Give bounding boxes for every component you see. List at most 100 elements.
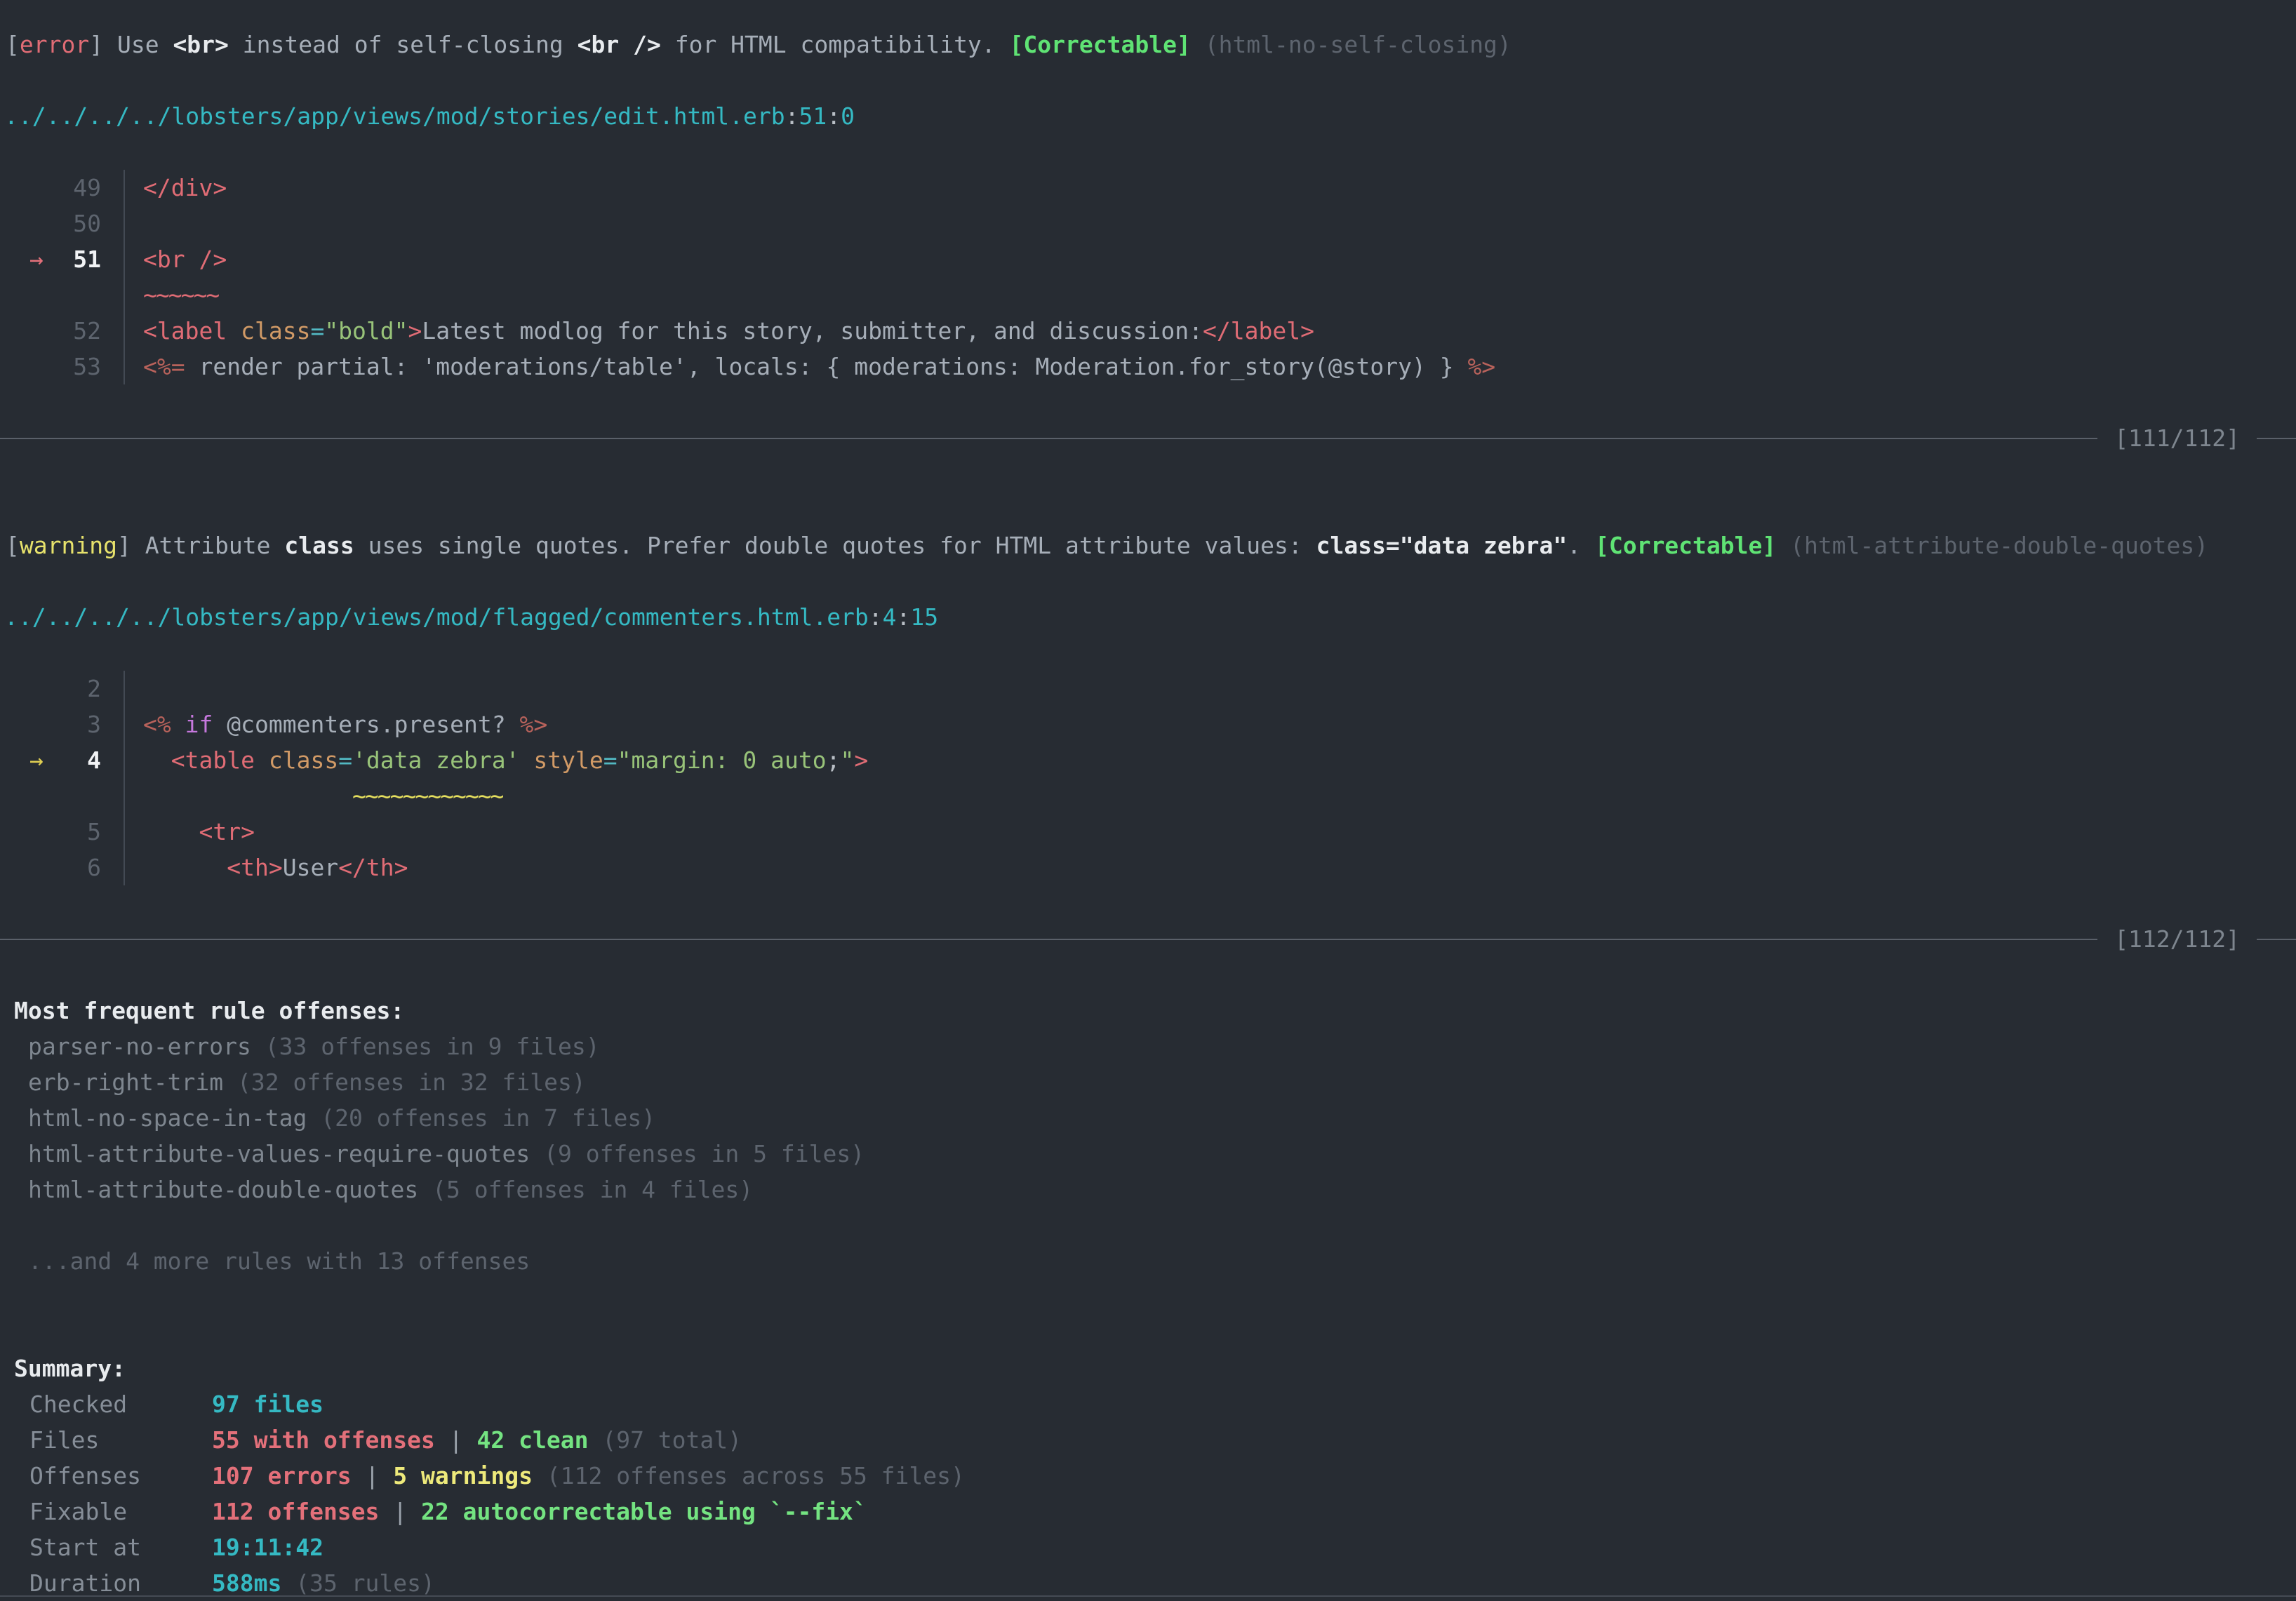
blank-line bbox=[0, 563, 2296, 599]
text-segment: 5 warnings bbox=[393, 1462, 533, 1489]
text-segment: html-attribute-double-quotes bbox=[28, 1176, 418, 1203]
text-segment: for HTML compatibility. bbox=[661, 31, 1010, 58]
text-segment: style bbox=[533, 746, 603, 774]
file-location: ../../../../lobsters/app/views/mod/stori… bbox=[0, 98, 2296, 134]
text-segment: <%= bbox=[143, 353, 185, 380]
blank-line bbox=[0, 635, 2296, 671]
text-segment: : bbox=[827, 102, 841, 130]
rule-offenses-section: Most frequent rule offenses: parser-no-e… bbox=[0, 993, 2296, 1279]
line-number: 52 bbox=[73, 317, 101, 344]
text-segment: [Correctable] bbox=[1010, 31, 1191, 58]
offense-message: [error] Use <br> instead of self-closing… bbox=[0, 27, 2296, 62]
text-segment bbox=[281, 1569, 295, 1597]
text-segment bbox=[143, 782, 352, 810]
squiggle-underline: ~~~~~~ bbox=[124, 277, 2296, 313]
text-segment: 588ms bbox=[212, 1569, 281, 1597]
offense-arrow-icon: → bbox=[29, 742, 44, 778]
text-segment: User bbox=[283, 854, 338, 881]
gutter: 3 bbox=[0, 706, 101, 742]
text-segment: </div> bbox=[143, 174, 227, 201]
text-segment: if bbox=[185, 711, 213, 738]
code-row-offending: →4 <table class='data zebra' style="marg… bbox=[0, 742, 2296, 778]
text-segment: <table bbox=[171, 746, 255, 774]
code-text bbox=[124, 206, 2296, 241]
rule-item: html-attribute-double-quotes (5 offenses… bbox=[0, 1172, 2296, 1207]
summary-value: 55 with offenses | 42 clean (97 total) bbox=[212, 1422, 742, 1458]
text-segment: ../../../../lobsters/app/views/mod/stori… bbox=[4, 102, 785, 130]
gutter: 49 bbox=[0, 170, 101, 206]
code-row: 5 <tr> bbox=[0, 814, 2296, 850]
text-segment: [ bbox=[6, 532, 20, 559]
code-text: <th>User</th> bbox=[124, 850, 2296, 885]
text-segment: (112 offenses across 55 files) bbox=[547, 1462, 965, 1489]
offense-block-error: [error] Use <br> instead of self-closing… bbox=[0, 27, 2296, 456]
text-segment: 22 autocorrectable using `--fix` bbox=[421, 1498, 867, 1525]
summary-value: 97 files bbox=[212, 1386, 323, 1422]
text-segment bbox=[251, 1033, 265, 1060]
text-segment: <tr> bbox=[199, 818, 254, 845]
text-segment: ; bbox=[827, 746, 841, 774]
code-row: 53 <%= render partial: 'moderations/tabl… bbox=[0, 349, 2296, 384]
text-segment: > bbox=[408, 317, 422, 344]
gutter: →4 bbox=[0, 742, 101, 778]
line-number: 4 bbox=[87, 746, 101, 774]
text-segment: (html-no-self-closing) bbox=[1205, 31, 1511, 58]
gutter bbox=[0, 277, 101, 313]
text-segment: ] Use bbox=[89, 31, 173, 58]
summary-row: Start at19:11:42 bbox=[0, 1529, 2296, 1565]
text-segment: [ bbox=[6, 31, 20, 58]
text-segment: 4 bbox=[883, 603, 897, 631]
text-segment: %> bbox=[519, 711, 547, 738]
divider-line bbox=[0, 438, 2097, 439]
text-segment: ../../../../lobsters/app/views/mod/flagg… bbox=[4, 603, 869, 631]
text-segment: class bbox=[269, 746, 338, 774]
code-row: 3 <% if @commenters.present? %> bbox=[0, 706, 2296, 742]
blank-line bbox=[0, 62, 2296, 98]
text-segment bbox=[418, 1176, 432, 1203]
line-number: 6 bbox=[87, 854, 101, 881]
code-text: <% if @commenters.present? %> bbox=[124, 706, 2296, 742]
code-row: 6 <th>User</th> bbox=[0, 850, 2296, 885]
code-text: <table class='data zebra' style="margin:… bbox=[124, 742, 2296, 778]
summary-label: Checked bbox=[29, 1386, 212, 1422]
text-segment: 15 bbox=[910, 603, 938, 631]
text-segment: (9 offenses in 5 files) bbox=[544, 1140, 865, 1167]
rule-item: html-no-space-in-tag (20 offenses in 7 f… bbox=[0, 1100, 2296, 1136]
text-segment: 112 offenses bbox=[212, 1498, 379, 1525]
code-text: <%= render partial: 'moderations/table',… bbox=[124, 349, 2296, 384]
offense-block-warning: [warning] Attribute class uses single qu… bbox=[0, 528, 2296, 957]
text-segment: uses single quotes. Prefer double quotes… bbox=[354, 532, 1316, 559]
divider-line bbox=[0, 939, 2097, 940]
text-segment bbox=[533, 1462, 547, 1489]
text-segment: @commenters.present? bbox=[213, 711, 519, 738]
text-segment: </th> bbox=[338, 854, 408, 881]
text-segment bbox=[223, 1069, 237, 1096]
summary-value: 112 offenses | 22 autocorrectable using … bbox=[212, 1494, 867, 1529]
text-segment: ] Attribute bbox=[117, 532, 284, 559]
text-segment: 'data zebra' bbox=[352, 746, 519, 774]
text-segment: "bold" bbox=[324, 317, 408, 344]
text-segment: html-no-space-in-tag bbox=[28, 1104, 307, 1132]
text-segment: <th> bbox=[227, 854, 282, 881]
summary-row: Fixable112 offenses | 22 autocorrectable… bbox=[0, 1494, 2296, 1529]
line-number: 53 bbox=[73, 353, 101, 380]
text-segment: warning bbox=[20, 532, 117, 559]
gutter: 50 bbox=[0, 206, 101, 241]
text-segment: (html-attribute-double-quotes) bbox=[1790, 532, 2208, 559]
line-number: 5 bbox=[87, 818, 101, 845]
gutter bbox=[0, 778, 101, 814]
summary-row: Checked97 files bbox=[0, 1386, 2296, 1422]
text-segment: erb-right-trim bbox=[28, 1069, 223, 1096]
text-segment: <label bbox=[143, 317, 227, 344]
gutter: 5 bbox=[0, 814, 101, 850]
text-segment: | bbox=[379, 1498, 421, 1525]
summary-label: Fixable bbox=[29, 1494, 212, 1529]
text-segment: (5 offenses in 4 files) bbox=[432, 1176, 753, 1203]
text-segment: (20 offenses in 7 files) bbox=[321, 1104, 655, 1132]
text-segment bbox=[143, 854, 227, 881]
text-segment bbox=[143, 746, 171, 774]
code-text: <br /> bbox=[124, 241, 2296, 277]
text-segment: (97 total) bbox=[602, 1426, 742, 1454]
divider-line bbox=[2257, 438, 2296, 439]
blank-line bbox=[0, 1315, 2296, 1351]
